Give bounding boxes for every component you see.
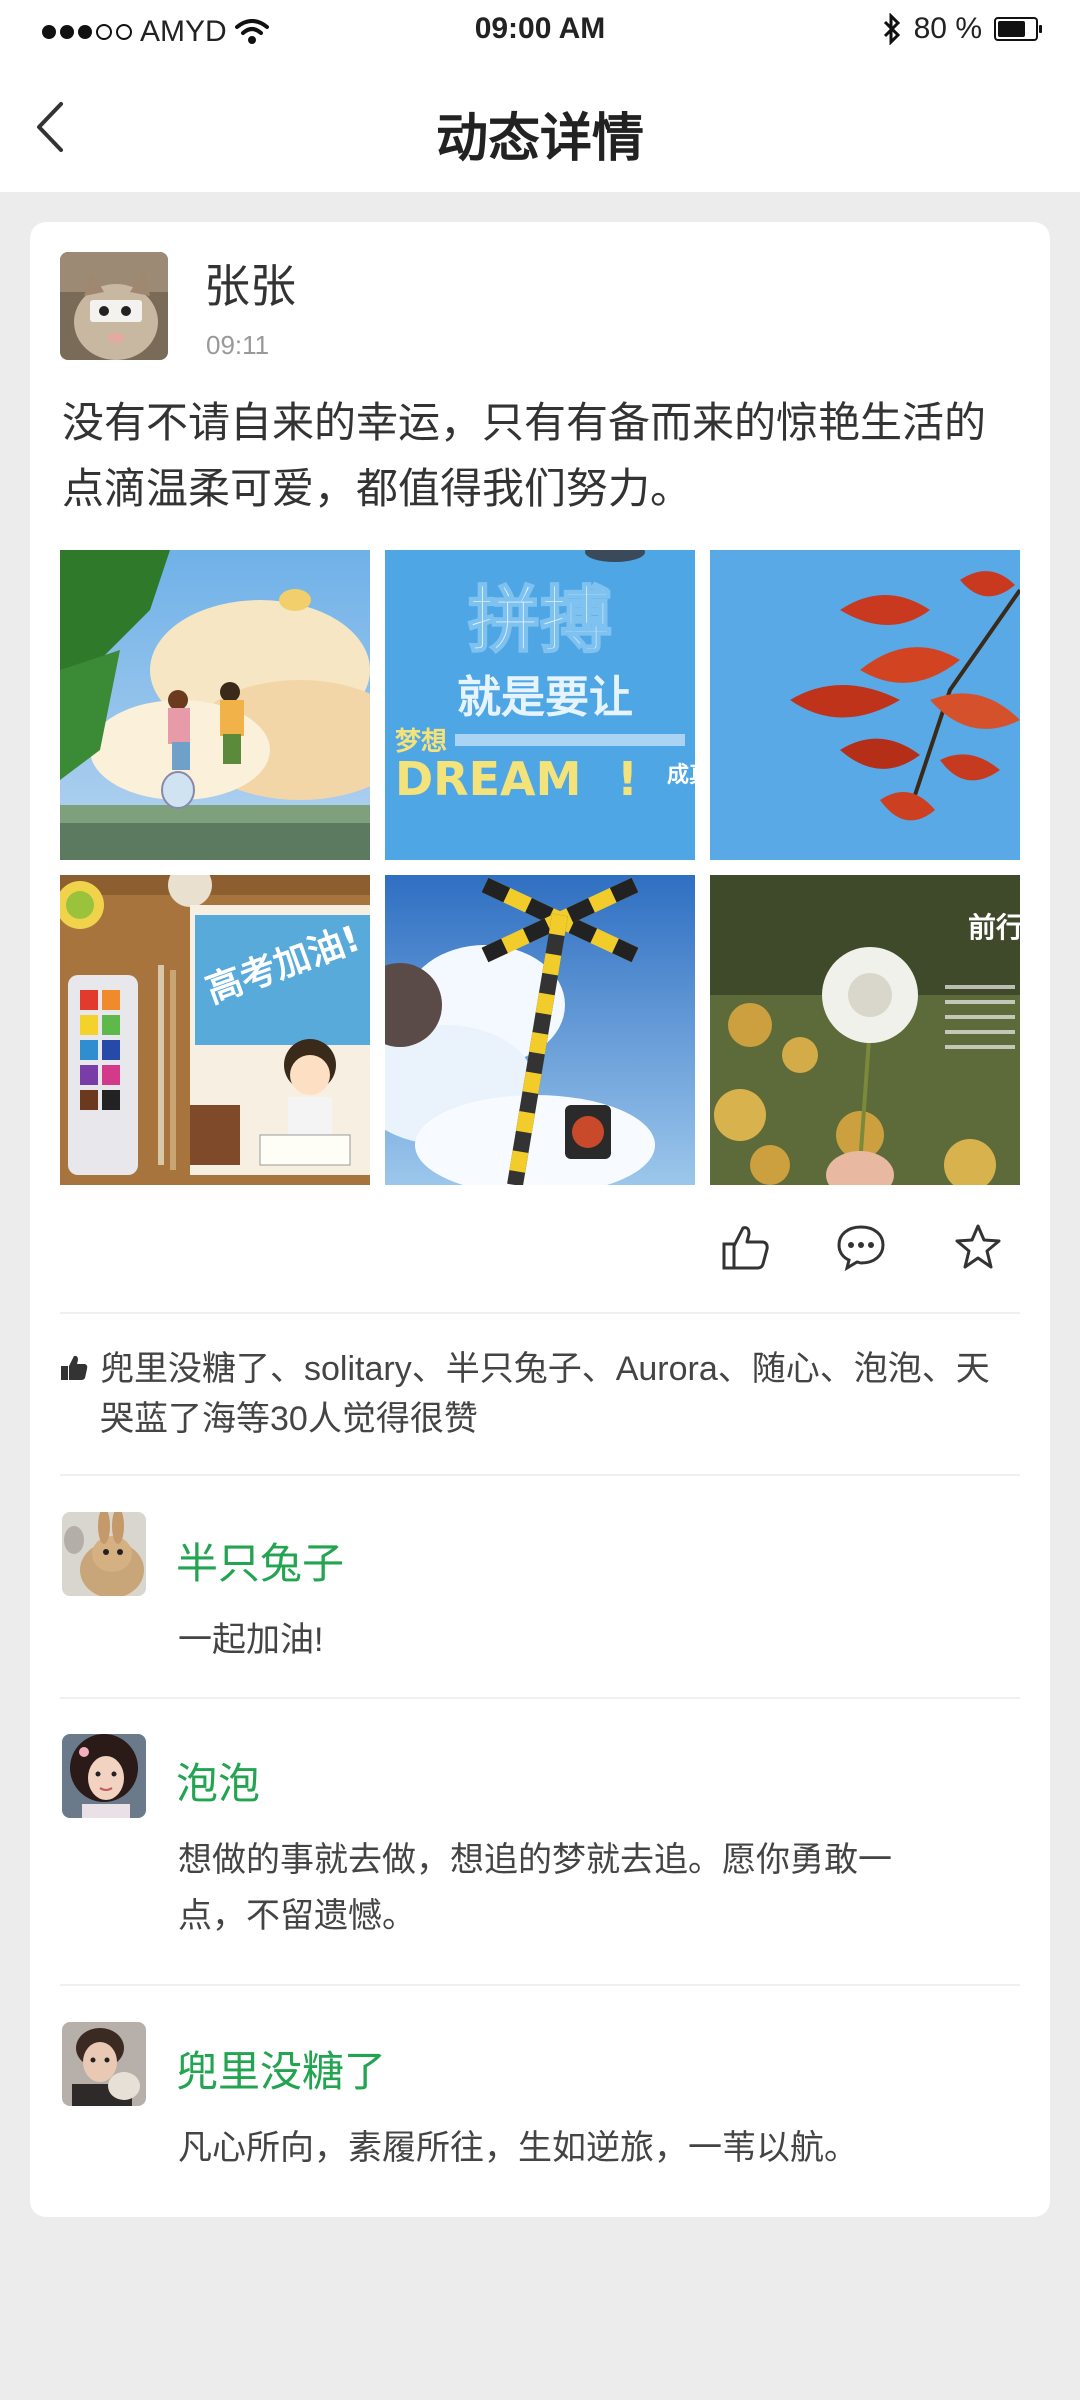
post-text: 没有不请自来的幸运，只有有备而来的惊艳生活的点滴温柔可爱，都值得我们努力。 (62, 399, 987, 512)
nav-bar: 动态详情 (0, 62, 1080, 192)
divider (60, 1697, 1020, 1699)
image-text-exclaim: ! (617, 752, 638, 806)
bluetooth-icon (883, 13, 900, 45)
status-right: 80 % (882, 12, 1042, 46)
star-icon (955, 1224, 1001, 1269)
like-button[interactable] (716, 1212, 776, 1282)
divider (60, 1312, 1020, 1314)
page-title: 动态详情 (435, 110, 644, 168)
divider (60, 1984, 1020, 1986)
commenter-avatar[interactable] (62, 1512, 146, 1596)
battery-icon (994, 17, 1042, 41)
comment-text: 一起加油! (178, 1621, 324, 1659)
battery-percent: 80 % (913, 12, 982, 45)
comment-bubble-icon (837, 1225, 885, 1271)
image-text-jiushi: 就是要让 (457, 672, 633, 723)
author-avatar[interactable] (60, 252, 168, 360)
commenter-name[interactable]: 泡泡 (176, 1750, 260, 1811)
post-image-1[interactable] (60, 550, 370, 860)
status-bar: AMYD 09:00 AM 80 % (0, 0, 1080, 62)
post-image-5[interactable] (385, 875, 695, 1185)
likes-text: 兜里没糖了、solitary、半只兔子、Aurora、随心、泡泡、天哭蓝了海等3… (100, 1350, 990, 1438)
image-text-dream: DREAM (395, 752, 581, 806)
thumbs-up-icon (722, 1226, 769, 1270)
post-image-3[interactable] (710, 550, 1020, 860)
commenter-name[interactable]: 半只兔子 (176, 1530, 344, 1591)
likes-summary: 兜里没糖了、solitary、半只兔子、Aurora、随心、泡泡、天哭蓝了海等3… (60, 1344, 1020, 1444)
commenter-avatar[interactable] (62, 2022, 146, 2106)
author-name[interactable]: 张张 (204, 250, 296, 316)
image-text-pinbo: 拼搏 (468, 578, 612, 662)
comment-text: 凡心所向，素履所往，生如逆旅，一苇以航。 (178, 2129, 858, 2167)
post-image-6[interactable]: 前行 (710, 875, 1020, 1185)
comment-text: 想做的事就去做，想追的梦就去追。愿你勇敢一点，不留遗憾。 (178, 1841, 892, 1935)
post-image-2[interactable]: 拼搏 就是要让 梦想 DREAM ! 成真 (385, 550, 695, 860)
thumbs-up-small-icon (61, 1355, 88, 1380)
post-card: 张张 09:11 没有不请自来的幸运，只有有备而来的惊艳生活的点滴温柔可爱，都值… (30, 222, 1050, 2217)
post-actions (30, 1212, 1050, 1302)
comment-button[interactable] (831, 1212, 891, 1282)
post-time: 09:11 (206, 330, 270, 360)
image-text-qianxing: 前行 (968, 911, 1020, 944)
image-grid: 拼搏 就是要让 梦想 DREAM ! 成真 (60, 550, 1020, 1198)
commenter-name[interactable]: 兜里没糖了 (176, 2038, 386, 2099)
commenter-avatar[interactable] (62, 1734, 146, 1818)
image-text-chengzhen: 成真 (667, 762, 695, 788)
divider (60, 1474, 1020, 1476)
post-image-4[interactable]: 高考加油! (60, 875, 370, 1185)
favorite-button[interactable] (948, 1212, 1008, 1282)
